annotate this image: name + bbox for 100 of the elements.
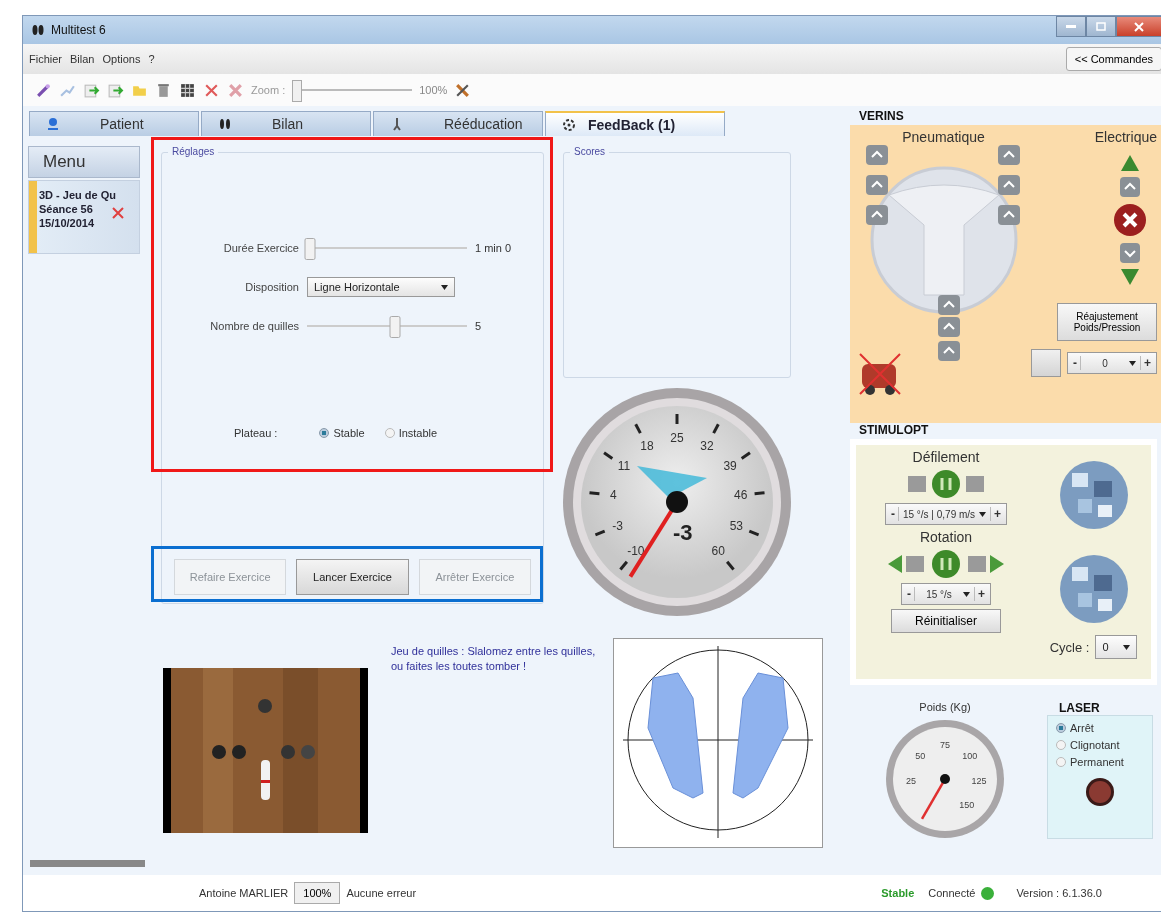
stop-button[interactable]: [1113, 203, 1147, 237]
close-icon[interactable]: [112, 207, 125, 219]
tools-icon[interactable]: [454, 81, 472, 99]
wand-icon[interactable]: [35, 81, 52, 99]
gauge-dial: -10 -3 4 11 18 25 32 39 46 53 60 -3: [561, 386, 793, 618]
version-text: Version : 6.1.36.0: [1016, 887, 1102, 899]
arrow-button[interactable]: [938, 295, 960, 315]
action-button[interactable]: Lancer Exercice: [296, 559, 409, 595]
menu-item[interactable]: Options: [102, 53, 141, 65]
slider-thumb[interactable]: [292, 80, 303, 102]
speed-spinner[interactable]: - 15 °/s | 0,79 m/s +: [884, 503, 1008, 525]
slider-value: 1 min 0: [475, 242, 512, 254]
layout-dropdown[interactable]: Ligne Horizontale: [307, 277, 455, 297]
control-label: Rotation: [919, 529, 973, 545]
zoom-button[interactable]: 100%: [294, 882, 341, 904]
gauge-title: Poids (Kg): [919, 701, 971, 713]
footprints-icon: [31, 24, 45, 36]
zoom-label: Zoom :: [251, 84, 286, 96]
scrollbar[interactable]: [30, 860, 145, 867]
target-icon: [562, 117, 576, 132]
group-title: Réglages: [168, 146, 219, 157]
laser-button[interactable]: [1085, 777, 1115, 807]
platform-state: Stable: [881, 887, 915, 899]
arrow-button[interactable]: [938, 317, 960, 337]
commands-button[interactable]: << Commandes: [1065, 47, 1161, 71]
tab[interactable]: Patient: [29, 111, 199, 136]
tab[interactable]: FeedBack (1): [545, 111, 725, 136]
person-icon: [46, 117, 60, 131]
window-title: Multitest 6: [51, 23, 106, 37]
section-title: VERINS: [858, 109, 905, 123]
weight-gauge: 25 50 75 100 125 150: [885, 719, 1005, 839]
tab[interactable]: Rééducation: [373, 111, 543, 136]
arrow-button[interactable]: [938, 341, 960, 361]
session-text: 15/10/2014: [39, 217, 96, 229]
radio-option[interactable]: Stable: [319, 427, 365, 439]
pressure-spinner[interactable]: - 0 +: [1067, 352, 1157, 374]
grid-icon[interactable]: [179, 81, 196, 99]
up-arrow-icon[interactable]: [1121, 155, 1139, 171]
menu-item[interactable]: ?: [148, 53, 155, 65]
slider-thumb[interactable]: [304, 238, 316, 260]
arrow-button[interactable]: [998, 175, 1020, 195]
session-card[interactable]: 3D - Jeu de Qu Séance 56 15/10/2014: [28, 180, 140, 254]
caret-icon: [1123, 644, 1131, 650]
down-arrow-icon[interactable]: [1121, 269, 1139, 285]
reset-button[interactable]: Réinitialiser: [891, 609, 1001, 633]
field-label: Durée Exercice: [222, 242, 299, 254]
close-icon: [1134, 21, 1144, 32]
session-text: 3D - Jeu de Qu: [39, 189, 117, 201]
radio-option[interactable]: Permanent: [1056, 756, 1124, 768]
small-button[interactable]: [1031, 349, 1061, 377]
menu-item[interactable]: Bilan: [70, 53, 95, 65]
section-title: STIMULOPT: [858, 423, 930, 437]
radio-option[interactable]: Clignotant: [1056, 739, 1120, 751]
zoom-value: 100%: [419, 84, 448, 96]
caret-icon: [441, 284, 448, 290]
arrow-button[interactable]: [998, 145, 1020, 165]
section-title: LASER: [1058, 701, 1101, 715]
arrow-button[interactable]: [998, 205, 1020, 225]
minimize-button[interactable]: [1056, 16, 1086, 37]
speed-spinner[interactable]: - 15 °/s +: [901, 583, 991, 605]
arrow-button[interactable]: [866, 205, 888, 225]
maximize-button[interactable]: [1086, 16, 1116, 37]
arrow-button[interactable]: [1120, 243, 1140, 263]
arrow-button[interactable]: [1120, 177, 1140, 197]
cycle-dropdown[interactable]: 0: [1095, 635, 1138, 659]
user-name: Antoine MARLIER: [199, 887, 289, 899]
readjust-button[interactable]: Réajustement Poids/Pression: [1057, 303, 1157, 341]
close-icon[interactable]: [227, 81, 244, 99]
error-status: Aucune erreur: [346, 887, 417, 899]
tab[interactable]: Bilan: [201, 111, 371, 136]
session-text: Séance 56: [39, 203, 94, 215]
caret-icon: [1129, 360, 1136, 366]
maximize-icon: [1096, 22, 1106, 31]
radio-option[interactable]: Arrêt: [1056, 722, 1094, 734]
exercise-description: Jeu de quilles : Slalomez entre les quilles, ou faites les toutes tomber !: [391, 644, 597, 675]
trash-icon[interactable]: [155, 81, 172, 99]
figure-icon: [390, 117, 404, 131]
arrow-button[interactable]: [866, 175, 888, 195]
column-label: Electrique: [1094, 129, 1157, 145]
compressor-icon: [858, 350, 902, 396]
footprints-icon: [218, 117, 232, 131]
field-label: Nombre de quilles: [209, 320, 299, 332]
playback-controls[interactable]: [886, 549, 1006, 579]
menu-button[interactable]: Menu: [28, 146, 140, 178]
slider-thumb[interactable]: [389, 316, 401, 338]
caret-icon: [963, 591, 970, 597]
column-label: Pneumatique: [902, 129, 985, 145]
menu-item[interactable]: Fichier: [29, 53, 62, 65]
caret-icon: [979, 511, 987, 517]
control-label: Cycle :: [1049, 639, 1090, 655]
minimize-icon: [1066, 24, 1076, 29]
radio-option[interactable]: Instable: [384, 427, 438, 439]
group-title: Scores: [570, 146, 610, 157]
slider-value: 5: [475, 320, 482, 332]
control-label: Défilement: [912, 449, 980, 465]
field-label: Disposition: [244, 281, 299, 293]
close-button[interactable]: [1116, 16, 1161, 37]
arrow-button[interactable]: [866, 145, 888, 165]
connection-status: Connecté: [928, 887, 976, 899]
field-label: Plateau :: [234, 427, 278, 439]
